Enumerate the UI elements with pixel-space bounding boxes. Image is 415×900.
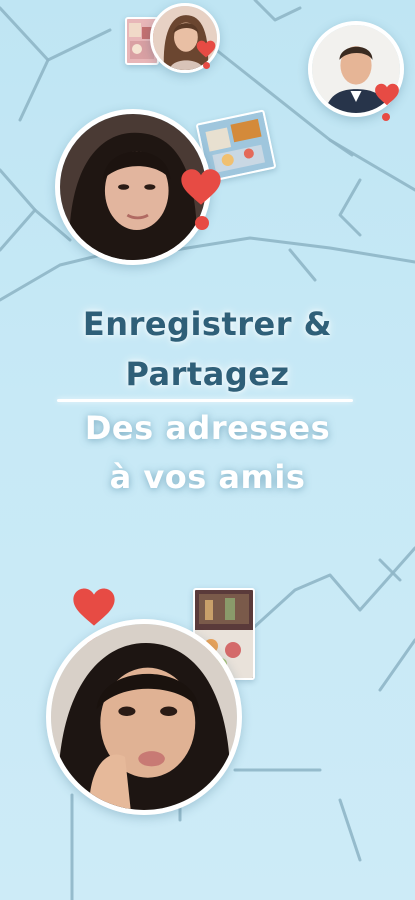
heart-icon xyxy=(196,40,216,58)
subheadline-line-2: à vos amis xyxy=(109,458,306,496)
heart-icon xyxy=(180,168,222,206)
headline-line-2: Partagez xyxy=(125,355,290,393)
headline-divider xyxy=(57,399,353,402)
friend-avatar[interactable] xyxy=(150,3,220,73)
subheadline-line-1: Des adresses xyxy=(84,409,331,447)
heart-icon xyxy=(374,83,400,106)
heart-dot xyxy=(382,113,390,121)
heart-icon xyxy=(72,587,116,627)
promo-screen: Enregistrer & Partagez Des adresses à vo… xyxy=(0,0,415,900)
heart-dot xyxy=(195,216,209,230)
heart-dot xyxy=(203,62,210,69)
friend-avatar[interactable] xyxy=(46,619,242,815)
headline-line-1: Enregistrer & xyxy=(82,305,333,343)
